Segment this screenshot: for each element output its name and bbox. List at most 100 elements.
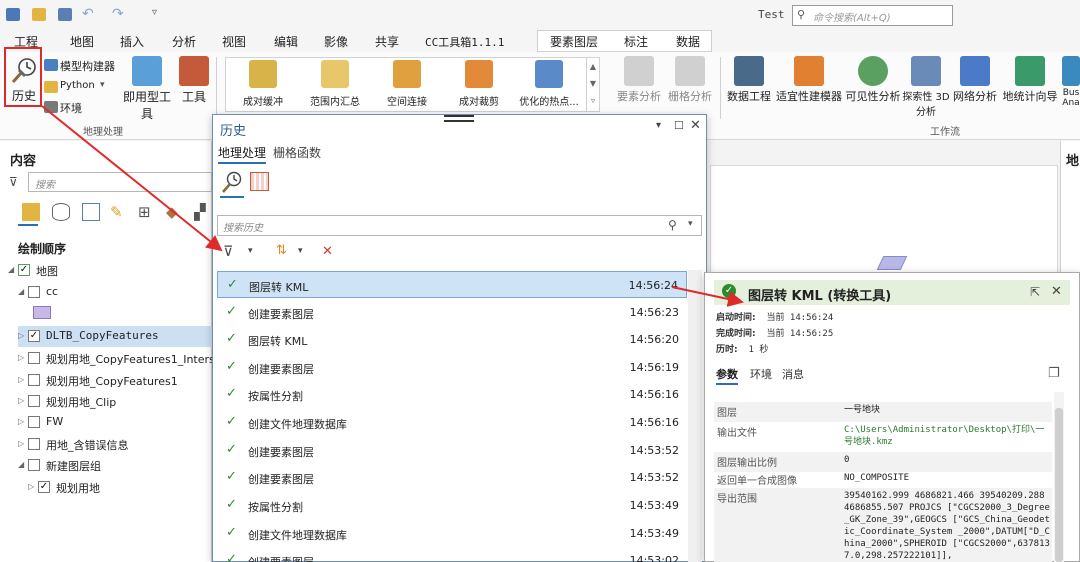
- delete-icon[interactable]: ✕: [322, 244, 333, 259]
- gallery-tool-pairwise-buffer[interactable]: 成对缓冲: [228, 60, 298, 108]
- search-icon[interactable]: ⚲: [668, 218, 677, 232]
- expand-icon[interactable]: ◢: [8, 265, 18, 274]
- layer-checkbox[interactable]: [28, 459, 40, 471]
- history-entry[interactable]: ✓ 创建要素图层 14:56:19: [217, 354, 687, 381]
- close-icon[interactable]: ✕: [690, 118, 701, 133]
- history-entry[interactable]: ✓ 创建要素图层 14:53:52: [217, 437, 687, 464]
- tab-parameters[interactable]: 参数: [716, 366, 738, 385]
- chevron-down-icon[interactable]: ▾: [100, 80, 105, 90]
- chevron-down-icon[interactable]: ▾: [298, 246, 303, 256]
- history-entry[interactable]: ✓ 创建要素图层 14:53:02: [217, 547, 687, 562]
- tab-labeling[interactable]: 标注: [624, 33, 648, 50]
- tab-raster-functions[interactable]: 栅格函数: [273, 144, 321, 161]
- history-scrollbar[interactable]: [688, 270, 702, 562]
- gallery-tool-pairwise-clip[interactable]: 成对裁剪: [444, 60, 514, 108]
- layer-item[interactable]: ▷ ✓ 规划用地: [28, 477, 212, 498]
- history-entry[interactable]: ✓ 创建要素图层 14:56:23: [217, 299, 687, 326]
- expand-icon[interactable]: ▷: [18, 353, 28, 362]
- command-search-input[interactable]: ⚲ 命令搜索(Alt+Q): [792, 5, 953, 26]
- open-project-icon[interactable]: [32, 8, 46, 21]
- tab-analysis[interactable]: 分析: [172, 33, 197, 55]
- tab-feature-layer[interactable]: 要素图层: [550, 33, 598, 50]
- layer-item[interactable]: ▷ FW: [18, 412, 212, 433]
- chevron-down-icon[interactable]: ▾: [248, 246, 253, 256]
- expand-icon[interactable]: ▷: [18, 439, 28, 448]
- undo-icon[interactable]: ↶: [82, 6, 94, 22]
- business-analysis-button[interactable]: Bus Ana: [1062, 56, 1080, 108]
- tab-messages[interactable]: 消息: [782, 366, 804, 382]
- layer-checkbox[interactable]: ✓: [28, 330, 40, 342]
- tab-data[interactable]: 数据: [676, 33, 700, 50]
- network-analysis-button[interactable]: 网络分析: [952, 56, 998, 104]
- contents-search-input[interactable]: 搜索: [28, 172, 212, 192]
- expand-icon[interactable]: ◢: [18, 287, 28, 296]
- history-entry[interactable]: ✓ 图层转 KML 14:56:20: [217, 326, 687, 353]
- detail-scroll-thumb[interactable]: [1055, 408, 1063, 562]
- copy-icon[interactable]: ❐: [1048, 366, 1060, 381]
- new-project-icon[interactable]: [6, 8, 20, 21]
- history-entry[interactable]: ✓ 按属性分割 14:53:49: [217, 492, 687, 519]
- history-entry[interactable]: ✓ 按属性分割 14:56:16: [217, 381, 687, 408]
- layer-item[interactable]: ▷ 规划用地_Clip: [18, 391, 212, 412]
- tab-share[interactable]: 共享: [375, 33, 399, 50]
- expand-icon[interactable]: ▷: [18, 396, 28, 405]
- filter-icon[interactable]: ⊽: [223, 244, 233, 260]
- tab-edit[interactable]: 编辑: [274, 33, 298, 50]
- maximize-icon[interactable]: ☐: [674, 119, 684, 132]
- filter-icon[interactable]: ⊽: [9, 175, 18, 189]
- expand-icon[interactable]: ▷: [28, 482, 38, 491]
- layer-item-selected[interactable]: ▷ ✓ DLTB_CopyFeatures: [18, 326, 212, 347]
- gallery-tool-summarize-within[interactable]: 范围内汇总: [300, 60, 370, 108]
- layer-checkbox[interactable]: ✓: [38, 481, 50, 493]
- chevron-down-icon[interactable]: ▾: [688, 219, 693, 229]
- suitability-modeler-button[interactable]: 适宜性建模器: [774, 56, 844, 104]
- tab-insert[interactable]: 插入: [120, 33, 144, 50]
- history-entry[interactable]: ✓ 创建文件地理数据库 14:56:16: [217, 409, 687, 436]
- expand-icon[interactable]: ◢: [18, 460, 28, 469]
- save-icon[interactable]: [58, 8, 72, 21]
- exploratory-3d-button[interactable]: 探索性 3D 分析: [902, 56, 950, 118]
- gallery-tool-optimized-hot-spot[interactable]: 优化的热点...: [514, 60, 584, 108]
- data-engineering-button[interactable]: 数据工程: [726, 56, 772, 104]
- history-type-button[interactable]: [220, 170, 244, 194]
- tab-imagery[interactable]: 影像: [324, 33, 348, 50]
- visibility-analysis-button[interactable]: 可见性分析: [844, 56, 902, 104]
- history-entry[interactable]: ✓ 创建文件地理数据库 14:53:49: [217, 520, 687, 547]
- model-builder-button[interactable]: 模型构建器: [60, 58, 115, 74]
- history-entry[interactable]: ✓ 图层转 KML 14:56:24: [217, 271, 687, 298]
- list-by-labeling-icon[interactable]: ◆: [166, 203, 184, 221]
- layer-item[interactable]: ◢ 新建图层组: [18, 455, 212, 476]
- geostatistical-wizard-button[interactable]: 地统计向导: [1000, 56, 1060, 104]
- close-icon[interactable]: ✕: [1051, 284, 1062, 299]
- layer-checkbox[interactable]: [28, 395, 40, 407]
- layer-checkbox[interactable]: [28, 416, 40, 428]
- layer-item[interactable]: ▷ 用地_含错误信息: [18, 434, 212, 455]
- tab-environments[interactable]: 环境: [750, 366, 772, 382]
- raster-analysis-button[interactable]: 栅格分析: [664, 56, 716, 104]
- list-by-charts-icon[interactable]: ▞: [194, 203, 212, 221]
- feature-analysis-button[interactable]: 要素分析: [610, 56, 668, 104]
- list-by-data-source-icon[interactable]: [52, 203, 70, 221]
- tab-geoprocessing[interactable]: 地理处理: [218, 144, 267, 164]
- tab-cc-toolbox[interactable]: CC工具箱1.1.1: [425, 34, 504, 50]
- layer-checkbox[interactable]: [28, 352, 40, 364]
- list-by-drawing-order-icon[interactable]: [22, 203, 40, 221]
- gallery-tool-spatial-join[interactable]: 空间连接: [372, 60, 442, 108]
- tab-view[interactable]: 视图: [222, 33, 246, 50]
- layer-checkbox[interactable]: ✓: [18, 264, 30, 276]
- list-by-editing-icon[interactable]: ✎: [110, 203, 128, 221]
- sort-icon[interactable]: ⇅: [276, 243, 287, 258]
- layer-symbol-swatch[interactable]: [33, 306, 51, 319]
- history-search-input[interactable]: 搜索历史 ⚲ ▾: [217, 215, 702, 236]
- customize-qat-icon[interactable]: ▿: [152, 7, 157, 18]
- python-button[interactable]: Python: [60, 80, 95, 91]
- expand-icon[interactable]: ▷: [18, 331, 28, 340]
- tab-map[interactable]: 地图: [70, 33, 94, 50]
- layer-checkbox[interactable]: [28, 374, 40, 386]
- redo-icon[interactable]: ↷: [112, 6, 124, 22]
- history-entry[interactable]: ✓ 创建要素图层 14:53:52: [217, 464, 687, 491]
- layer-checkbox[interactable]: [28, 286, 40, 298]
- layer-item[interactable]: ◢ ✓ 地图: [8, 260, 212, 281]
- layer-item[interactable]: ▷ 规划用地_CopyFeatures1: [18, 370, 212, 391]
- window-menu-icon[interactable]: ▾: [656, 120, 661, 131]
